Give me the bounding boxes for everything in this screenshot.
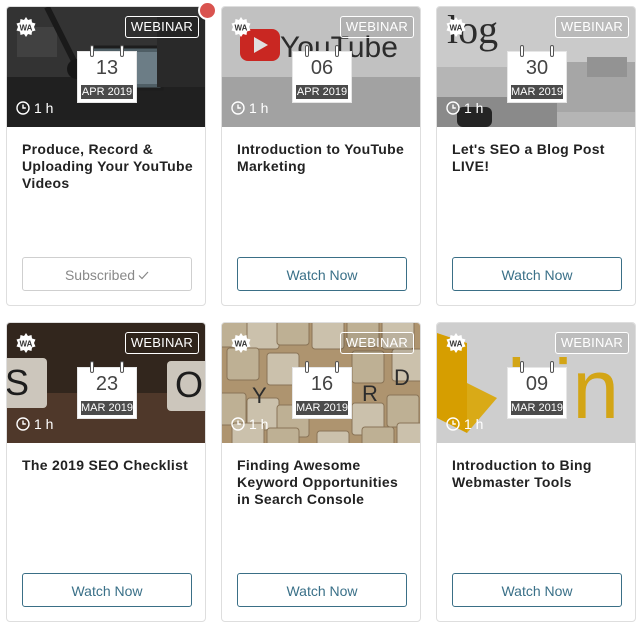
watch-now-button[interactable]: Watch Now [452,257,622,291]
webinar-title[interactable]: Introduction to Bing Webmaster Tools [452,457,627,491]
calendar-ring [335,45,339,57]
watch-now-button[interactable]: Watch Now [452,573,622,607]
calendar-ring [90,361,94,373]
calendar-ring [550,361,554,373]
calendar-ring [520,45,524,57]
date-calendar: 16 MAR 2019 [292,361,352,419]
duration: 1 h [231,100,268,116]
duration-label: 1 h [34,416,54,432]
clock-icon [231,101,245,115]
action-label: Watch Now [286,583,358,599]
calendar-month: APR 2019 [296,85,348,99]
calendar-ring [305,45,309,57]
svg-text:WA: WA [450,24,463,33]
watch-now-button[interactable]: Watch Now [22,573,192,607]
webinar-title[interactable]: Finding Awesome Keyword Opportunities in… [237,457,412,508]
calendar-month: MAR 2019 [511,85,563,99]
svg-text:WA: WA [235,24,248,33]
duration-label: 1 h [249,100,269,116]
webinar-title[interactable]: The 2019 SEO Checklist [22,457,197,474]
webinar-title[interactable]: Introduction to YouTube Marketing [237,141,412,175]
calendar-month: MAR 2019 [81,401,133,415]
svg-text:WA: WA [20,340,33,349]
duration-label: 1 h [464,416,484,432]
brand-logo-icon: WA [445,16,467,38]
duration-label: 1 h [464,100,484,116]
duration: 1 h [231,416,268,432]
webinar-card[interactable]: S O WA WEBINAR 23 MAR 2019 1 h The 2019 … [6,322,206,622]
date-calendar: 23 MAR 2019 [77,361,137,419]
webinar-thumbnail[interactable]: YouTube WA WEBINAR 06 APR 2019 1 h [222,7,420,127]
svg-text:WA: WA [450,340,463,349]
duration-label: 1 h [249,416,269,432]
clock-icon [16,101,30,115]
watch-now-button[interactable]: Watch Now [237,573,407,607]
clock-icon [446,101,460,115]
svg-text:WA: WA [20,24,33,33]
date-calendar: 30 MAR 2019 [507,45,567,103]
watch-now-button[interactable]: Watch Now [237,257,407,291]
svg-text:WA: WA [235,340,248,349]
date-calendar: 09 MAR 2019 [507,361,567,419]
calendar-ring [120,361,124,373]
calendar-day: 16 [310,373,334,395]
calendar-month: MAR 2019 [511,401,563,415]
calendar-ring [90,45,94,57]
calendar-day: 13 [95,57,119,79]
webinar-badge: WEBINAR [339,332,414,354]
brand-logo-icon: WA [230,332,252,354]
webinar-card[interactable]: bin WA WEBINAR 09 MAR 2019 1 h Introduct… [436,322,636,622]
webinar-thumbnail[interactable]: WA WEBINAR 13 APR 2019 1 h [7,7,205,127]
duration: 1 h [16,416,53,432]
brand-logo-icon: WA [15,332,37,354]
webinar-title[interactable]: Let's SEO a Blog Post LIVE! [452,141,627,175]
duration: 1 h [446,100,483,116]
action-label: Watch Now [501,583,573,599]
webinar-card[interactable]: WA WEBINAR 13 APR 2019 1 h Produce, Reco… [6,6,206,306]
calendar-ring [335,361,339,373]
webinar-title[interactable]: Produce, Record & Uploading Your YouTube… [22,141,197,192]
webinar-card[interactable]: YouTube WA WEBINAR 06 APR 2019 1 h Intro… [221,6,421,306]
action-label: Watch Now [286,267,358,283]
webinar-badge: WEBINAR [554,16,629,38]
action-label: Subscribed [64,267,136,283]
webinar-card[interactable]: Y R D WA WEBINAR 16 MAR 2019 1 h Finding… [221,322,421,622]
notification-dot [198,1,217,20]
webinar-thumbnail[interactable]: S O WA WEBINAR 23 MAR 2019 1 h [7,323,205,443]
brand-logo-icon: WA [230,16,252,38]
checkmark-icon [138,259,149,291]
clock-icon [231,417,245,431]
webinar-grid: WA WEBINAR 13 APR 2019 1 h Produce, Reco… [0,0,641,628]
calendar-month: MAR 2019 [296,401,348,415]
webinar-badge: WEBINAR [124,332,199,354]
calendar-ring [520,361,524,373]
calendar-day: 30 [525,57,549,79]
calendar-ring [305,361,309,373]
calendar-day: 09 [525,373,549,395]
webinar-badge: WEBINAR [124,16,199,38]
brand-logo-icon: WA [15,16,37,38]
calendar-day: 06 [310,57,334,79]
webinar-badge: WEBINAR [554,332,629,354]
webinar-badge: WEBINAR [339,16,414,38]
duration: 1 h [16,100,53,116]
calendar-ring [550,45,554,57]
webinar-thumbnail[interactable]: bin WA WEBINAR 09 MAR 2019 1 h [437,323,635,443]
action-label: Watch Now [501,267,573,283]
clock-icon [16,417,30,431]
duration: 1 h [446,416,483,432]
duration-label: 1 h [34,100,54,116]
action-label: Watch Now [71,583,143,599]
calendar-month: APR 2019 [81,85,133,99]
date-calendar: 06 APR 2019 [292,45,352,103]
date-calendar: 13 APR 2019 [77,45,137,103]
subscribed-button[interactable]: Subscribed [22,257,192,291]
webinar-thumbnail[interactable]: Y R D WA WEBINAR 16 MAR 2019 1 h [222,323,420,443]
webinar-thumbnail[interactable]: log WA WEBINAR 30 MAR 2019 1 h [437,7,635,127]
brand-logo-icon: WA [445,332,467,354]
calendar-ring [120,45,124,57]
clock-icon [446,417,460,431]
calendar-day: 23 [95,373,119,395]
webinar-card[interactable]: log WA WEBINAR 30 MAR 2019 1 h Let's SEO… [436,6,636,306]
